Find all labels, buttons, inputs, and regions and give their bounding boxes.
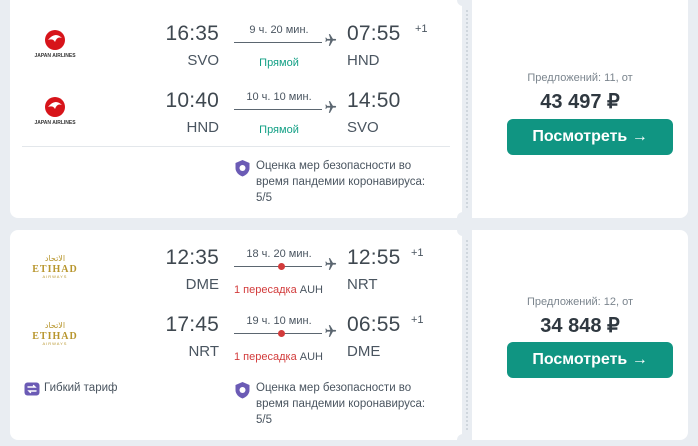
offers-count: Предложений: 12, от bbox=[526, 296, 634, 308]
safety-rating-text: Оценка мер безопасности во время пандеми… bbox=[256, 160, 426, 204]
view-offer-button[interactable]: Посмотреть → bbox=[507, 119, 673, 155]
svg-text:AIRWAYS: AIRWAYS bbox=[43, 274, 68, 279]
flexible-fare-label: Гибкий тариф bbox=[44, 382, 118, 394]
plane-icon bbox=[325, 101, 337, 113]
flight-leg-outbound: JAPAN AIRLINES 16:35 SVO 9 ч. 20 мин. Пр… bbox=[10, 22, 462, 80]
flight-leg-return: JAPAN AIRLINES 10:40 HND 10 ч. 10 мин. П… bbox=[10, 89, 462, 147]
svg-text:الاتحاد: الاتحاد bbox=[45, 254, 65, 263]
departure-airport: SVO bbox=[187, 52, 219, 69]
departure-time: 16:35 bbox=[165, 22, 219, 45]
svg-text:AIRWAYS: AIRWAYS bbox=[43, 341, 68, 346]
arrival-time: 14:50 bbox=[347, 89, 401, 112]
arrival-time: 07:55 bbox=[347, 22, 401, 45]
stopover-count: 1 пересадка bbox=[234, 284, 297, 296]
ticket-separator bbox=[462, 230, 472, 440]
safety-rating[interactable]: Оценка мер безопасности во время пандеми… bbox=[234, 380, 444, 428]
itinerary-panel: JAPAN AIRLINES 16:35 SVO 9 ч. 20 мин. Пр… bbox=[10, 0, 462, 218]
stopover-count: 1 пересадка bbox=[234, 351, 297, 363]
next-day-indicator: +1 bbox=[411, 314, 424, 326]
next-day-indicator: +1 bbox=[411, 247, 424, 259]
arrival-airport: HND bbox=[347, 52, 380, 69]
svg-text:JAPAN AIRLINES: JAPAN AIRLINES bbox=[34, 53, 76, 59]
divider bbox=[22, 146, 450, 147]
departure-airport: NRT bbox=[188, 343, 219, 360]
etihad-logo-icon: الاتحاد ETIHAD AIRWAYS bbox=[32, 321, 76, 346]
jal-logo: JAPAN AIRLINES bbox=[26, 26, 84, 66]
shield-icon bbox=[235, 382, 250, 399]
plane-icon bbox=[325, 325, 337, 337]
etihad-logo-icon: الاتحاد ETIHAD AIRWAYS bbox=[32, 254, 76, 279]
safety-rating[interactable]: Оценка мер безопасности во время пандеми… bbox=[234, 158, 444, 206]
arrival-airport: DME bbox=[347, 343, 381, 360]
direct-flight-label: Прямой bbox=[259, 57, 299, 69]
stopover-info: 1 пересадка AUH bbox=[234, 284, 323, 296]
flight-duration: 9 ч. 20 мин. bbox=[249, 24, 309, 36]
offers-count: Предложений: 11, от bbox=[527, 72, 633, 84]
stopover-airport: AUH bbox=[299, 351, 323, 363]
flexible-fare-badge[interactable]: Гибкий тариф bbox=[24, 382, 118, 396]
stopover-dot bbox=[278, 330, 285, 337]
jal-logo: JAPAN AIRLINES bbox=[26, 93, 84, 133]
plane-icon bbox=[325, 34, 337, 46]
flight-duration: 18 ч. 20 мин. bbox=[246, 248, 312, 260]
flexible-fare-icon bbox=[24, 382, 40, 396]
itinerary-panel: الاتحاد ETIHAD AIRWAYS 12:35 DME 18 ч. 2… bbox=[10, 230, 462, 440]
svg-text:JAPAN AIRLINES: JAPAN AIRLINES bbox=[34, 120, 76, 126]
ticket-notch bbox=[457, 224, 469, 236]
departure-airport: HND bbox=[186, 119, 220, 136]
departure-time: 10:40 bbox=[165, 89, 219, 112]
departure-time: 12:35 bbox=[165, 246, 219, 269]
etihad-logo: الاتحاد ETIHAD AIRWAYS bbox=[26, 250, 84, 290]
flight-duration: 19 ч. 10 мин. bbox=[246, 315, 312, 327]
plane-icon bbox=[325, 258, 337, 270]
departure-airport: DME bbox=[185, 276, 219, 293]
flight-result-card[interactable]: الاتحاد ETIHAD AIRWAYS 12:35 DME 18 ч. 2… bbox=[10, 230, 688, 440]
price: 34 848 ₽ bbox=[540, 315, 620, 337]
flight-leg-return: الاتحاد ETIHAD AIRWAYS 17:45 NRT 19 ч. 1… bbox=[10, 313, 462, 371]
ticket-notch bbox=[457, 434, 469, 446]
stopover-info: 1 пересадка AUH bbox=[234, 351, 323, 363]
view-offer-button[interactable]: Посмотреть → bbox=[507, 342, 673, 378]
direct-flight-label: Прямой bbox=[259, 124, 299, 136]
ticket-notch bbox=[457, 212, 469, 224]
ticket-separator bbox=[462, 0, 472, 218]
stopover-dot bbox=[278, 263, 285, 270]
price-panel: Предложений: 11, от 43 497 ₽ Посмотреть … bbox=[472, 0, 688, 218]
arrival-airport: SVO bbox=[347, 119, 379, 136]
arrival-time: 12:55 bbox=[347, 246, 401, 269]
arrival-airport: NRT bbox=[347, 276, 378, 293]
flight-leg-outbound: الاتحاد ETIHAD AIRWAYS 12:35 DME 18 ч. 2… bbox=[10, 246, 462, 304]
next-day-indicator: +1 bbox=[415, 23, 428, 35]
stopover-airport: AUH bbox=[299, 284, 323, 296]
departure-time: 17:45 bbox=[165, 313, 219, 336]
arrival-time: 06:55 bbox=[347, 313, 401, 336]
route-line bbox=[234, 42, 322, 43]
shield-icon bbox=[235, 160, 250, 177]
price: 43 497 ₽ bbox=[540, 91, 620, 113]
svg-text:الاتحاد: الاتحاد bbox=[45, 321, 65, 330]
jal-crane-icon: JAPAN AIRLINES bbox=[34, 97, 76, 126]
jal-crane-icon: JAPAN AIRLINES bbox=[34, 30, 76, 59]
etihad-logo: الاتحاد ETIHAD AIRWAYS bbox=[26, 317, 84, 357]
flight-result-card[interactable]: JAPAN AIRLINES 16:35 SVO 9 ч. 20 мин. Пр… bbox=[10, 0, 688, 218]
safety-rating-text: Оценка мер безопасности во время пандеми… bbox=[256, 382, 426, 426]
route-line bbox=[234, 109, 322, 110]
flight-duration: 10 ч. 10 мин. bbox=[246, 91, 312, 103]
price-panel: Предложений: 12, от 34 848 ₽ Посмотреть … bbox=[472, 230, 688, 440]
